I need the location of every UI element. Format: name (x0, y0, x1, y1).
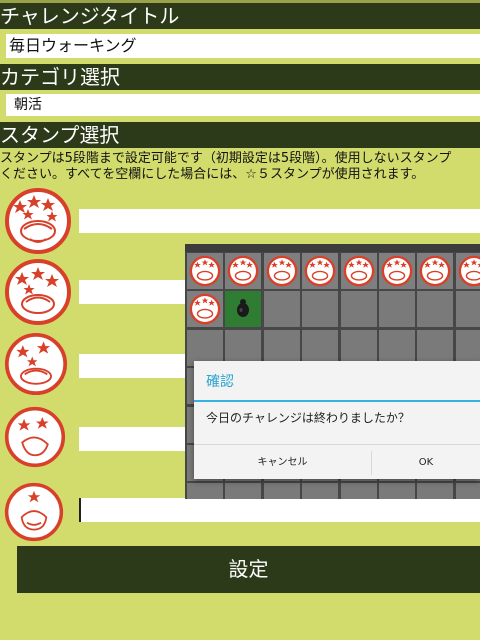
board-header (185, 244, 480, 252)
board-cell[interactable] (263, 253, 300, 289)
board-cell[interactable] (340, 291, 377, 328)
set-button[interactable]: 設定 (17, 546, 480, 593)
stamp-icon (228, 255, 259, 287)
stamp-4-star-icon[interactable] (4, 258, 72, 326)
dialog-button-bar: キャンセル OK (194, 444, 480, 480)
stamp-description-line-1: スタンプは5段階まで設定可能です（初期設定は5段階）。使用しないスタンプ (0, 151, 452, 166)
stamp-icon (304, 255, 336, 287)
stamp-icon (266, 255, 298, 287)
stamp-3-star-icon[interactable] (4, 332, 68, 396)
board-cell[interactable] (340, 253, 377, 289)
board-cell[interactable] (379, 253, 415, 289)
board-cell[interactable] (455, 483, 480, 499)
stamp-icon (189, 255, 221, 287)
category-header: カテゴリ選択 (0, 64, 480, 90)
dialog-title-divider (194, 400, 480, 402)
board-cell[interactable] (187, 253, 223, 289)
stamp-icon (420, 255, 451, 287)
stamp-5-star-icon[interactable] (4, 187, 72, 255)
board-cell[interactable] (263, 483, 300, 499)
board-cell[interactable] (340, 483, 377, 499)
board-cell[interactable] (187, 483, 223, 499)
board-cell[interactable] (417, 483, 454, 499)
challenge-title-header: チャレンジタイトル (0, 3, 480, 29)
board-cell[interactable] (302, 483, 339, 499)
board-cell[interactable] (263, 291, 300, 328)
challenge-title-field[interactable]: 毎日ウォーキング (6, 34, 480, 58)
confirm-dialog: 確認 今日のチャレンジは終わりましたか？ キャンセル OK (194, 361, 480, 479)
board-cell[interactable] (379, 291, 415, 328)
stamp-icon (381, 255, 413, 287)
board-cell[interactable] (302, 253, 339, 289)
board-cell[interactable] (225, 483, 262, 499)
board-cell[interactable] (225, 253, 262, 289)
ok-button[interactable]: OK (372, 445, 480, 480)
board-cell[interactable] (225, 291, 262, 328)
board-cell[interactable] (187, 291, 223, 328)
stamp-2-star-icon[interactable] (4, 406, 66, 468)
board-cell[interactable] (417, 253, 454, 289)
stamp-1-star-icon[interactable] (4, 482, 64, 542)
stamp-description-line-2: ください。すべてを空欄にした場合には、☆５スタンプが使用されます。 (0, 167, 425, 182)
board-cell[interactable] (379, 483, 415, 499)
stamp-1-input[interactable] (79, 498, 480, 522)
ladybug-icon (237, 299, 250, 318)
stamp-select-header: スタンプ選択 (0, 122, 480, 148)
stamp-icon (458, 255, 480, 287)
dialog-title: 確認 (206, 374, 234, 390)
board-cell[interactable] (455, 253, 480, 289)
stamp-icon (189, 294, 221, 325)
stamp-icon (343, 255, 374, 287)
board-cell[interactable] (455, 291, 480, 328)
dialog-message: 今日のチャレンジは終わりましたか？ (206, 411, 410, 425)
board-cell[interactable] (302, 291, 339, 328)
board-cell[interactable] (417, 291, 454, 328)
stamp-description: スタンプは5段階まで設定可能です（初期設定は5段階）。使用しないスタンプ くださ… (0, 151, 480, 183)
stamp-5-input[interactable] (79, 209, 480, 233)
cancel-button[interactable]: キャンセル (194, 445, 371, 480)
category-select[interactable]: 朝活 (6, 94, 480, 116)
